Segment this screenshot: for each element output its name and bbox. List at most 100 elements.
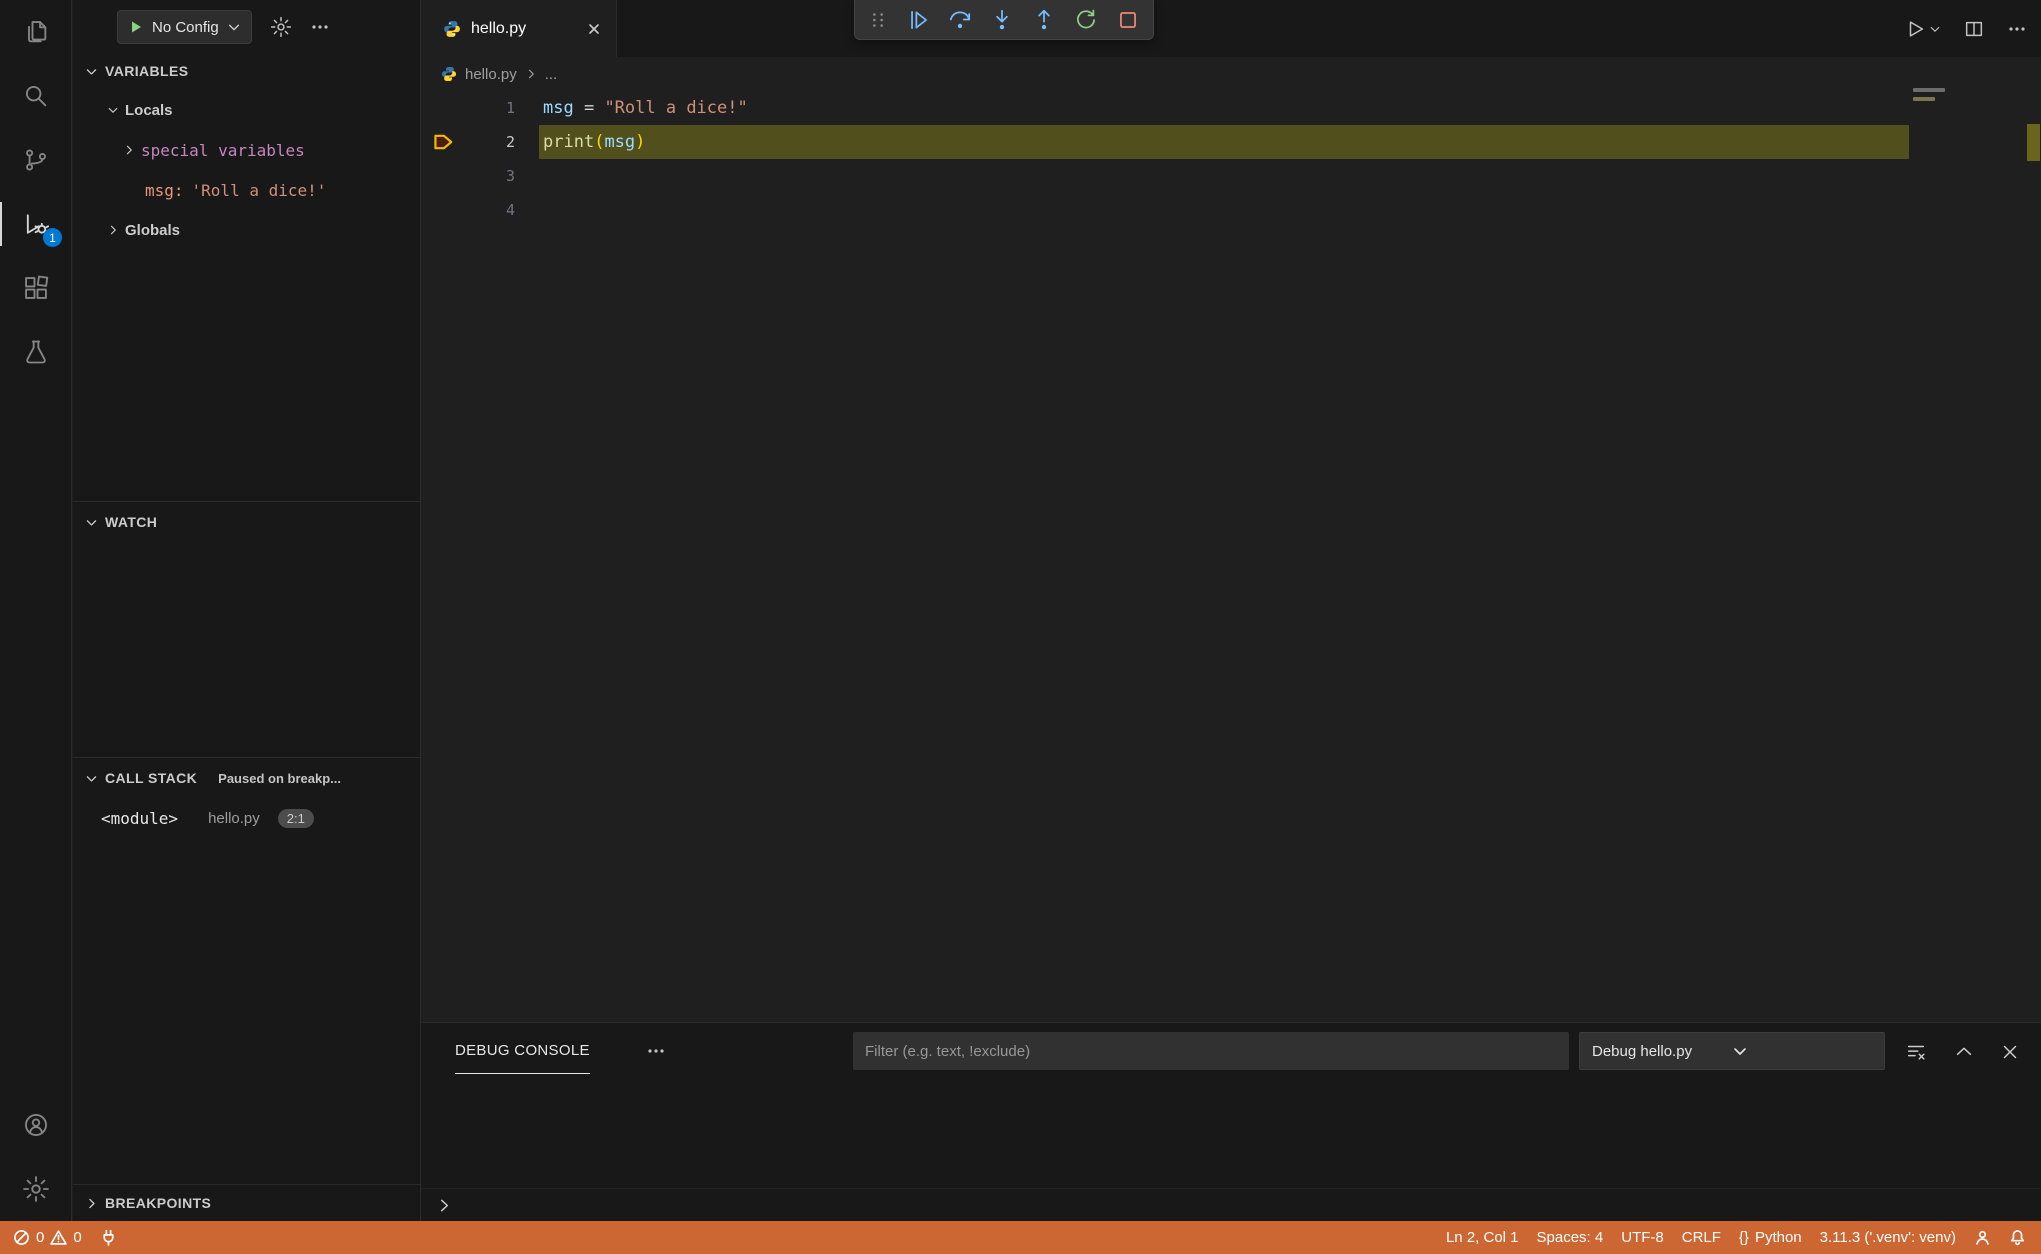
variables-section: VARIABLES Locals special variables msg: … [73, 52, 420, 250]
tab-debug-console[interactable]: DEBUG CONSOLE [455, 1023, 590, 1079]
chevron-right-icon [123, 144, 135, 156]
clear-console-icon[interactable] [1905, 1041, 1927, 1063]
chevron-right-icon [85, 1197, 98, 1210]
sidebar-item-explorer[interactable] [0, 0, 71, 64]
editor-more-actions-icon[interactable] [2007, 19, 2027, 39]
debug-console-output[interactable] [421, 1079, 2041, 1188]
sidebar-item-testing[interactable] [0, 320, 71, 384]
toolbar-drag-grip[interactable] [867, 9, 889, 31]
chevron-right-icon [437, 1198, 452, 1213]
debug-count-badge: 1 [43, 228, 62, 247]
call-stack-frame[interactable]: <module> hello.py 2:1 [73, 798, 420, 838]
status-bar: 0 0 Ln 2, Col 1 Spaces: 4 UTF-8 CRLF {} … [0, 1221, 2041, 1254]
problems-status[interactable]: 0 0 [4, 1221, 91, 1254]
watch-section: WATCH [73, 501, 420, 542]
debug-sidebar-toolbar: No Config [73, 0, 420, 54]
breadcrumb-symbol[interactable]: ... [545, 66, 558, 83]
line-number: 3 [505, 167, 515, 185]
close-panel-icon[interactable] [1999, 1041, 2021, 1063]
remote-person-icon[interactable] [1965, 1221, 2000, 1254]
paused-status-text: Paused on breakp... [218, 770, 341, 786]
debug-step-over-icon[interactable] [947, 7, 973, 33]
run-python-file-button[interactable] [1905, 18, 1941, 40]
breadcrumb-file[interactable]: hello.py [465, 66, 517, 83]
error-icon [13, 1229, 30, 1246]
sidebar-item-extensions[interactable] [0, 256, 71, 320]
extensions-icon [22, 274, 50, 302]
sidebar-item-source-control[interactable] [0, 128, 71, 192]
account-icon [22, 1111, 50, 1139]
chevron-down-icon [227, 20, 241, 34]
debug-attach-icon[interactable] [91, 1221, 126, 1254]
code-line-1: 1 msg = "Roll a dice!" [421, 91, 2041, 125]
start-debug-icon[interactable] [128, 19, 144, 35]
variable-msg[interactable]: msg: 'Roll a dice!' [73, 170, 420, 210]
bottom-panel: DEBUG CONSOLE Debug hello.py [421, 1022, 2041, 1221]
chevron-down-icon [1732, 1043, 1872, 1059]
debug-restart-icon[interactable] [1073, 7, 1099, 33]
manage-button[interactable] [0, 1157, 71, 1221]
files-icon [22, 18, 50, 46]
code-line-2: 2 print(msg) [421, 125, 2041, 159]
tab-hello-py[interactable]: hello.py [421, 0, 617, 57]
panel-header: DEBUG CONSOLE Debug hello.py [421, 1023, 2041, 1079]
braces-icon: {} [1738, 1229, 1749, 1246]
special-variables-group[interactable]: special variables [73, 130, 420, 170]
debug-settings-gear-icon[interactable] [270, 16, 292, 38]
editor-group: hello.py hello.py ... 1 msg = "Roll a di… [421, 0, 2041, 1022]
breakpoints-section-header[interactable]: BREAKPOINTS [73, 1185, 420, 1221]
tab-close-icon[interactable] [586, 21, 602, 37]
watch-section-header[interactable]: WATCH [73, 502, 420, 542]
encoding-status[interactable]: UTF-8 [1612, 1221, 1673, 1254]
breakpoints-section: BREAKPOINTS [73, 1184, 420, 1221]
scope-locals[interactable]: Locals [73, 90, 420, 130]
breadcrumb[interactable]: hello.py ... [421, 57, 2041, 91]
variables-section-header[interactable]: VARIABLES [73, 52, 420, 90]
chevron-down-icon [107, 104, 119, 116]
console-repl-input[interactable] [421, 1188, 2041, 1221]
call-stack-section-header[interactable]: CALL STACK Paused on breakp... [73, 758, 420, 798]
debug-session-dropdown[interactable]: Debug hello.py [1579, 1032, 1885, 1070]
chevron-right-icon [525, 68, 537, 80]
debug-toolbar [854, 0, 1154, 40]
chevron-right-icon [107, 224, 119, 236]
chevron-down-icon [85, 772, 98, 785]
editor-actions [1905, 0, 2027, 57]
cursor-position-status[interactable]: Ln 2, Col 1 [1437, 1221, 1528, 1254]
frame-position-badge: 2:1 [277, 808, 314, 828]
python-file-icon [441, 66, 457, 82]
debug-config-dropdown[interactable]: No Config [117, 10, 252, 44]
code-editor[interactable]: 1 msg = "Roll a dice!" 2 print(msg) 3 4 [421, 91, 2041, 1022]
accounts-button[interactable] [0, 1093, 71, 1157]
python-file-icon [443, 20, 461, 38]
console-filter-input[interactable] [853, 1032, 1569, 1070]
panel-more-actions-icon[interactable] [646, 1041, 666, 1061]
line-number: 4 [505, 201, 515, 219]
language-mode-status[interactable]: {} Python [1730, 1221, 1811, 1254]
notifications-bell-icon[interactable] [2000, 1221, 2035, 1254]
scope-globals[interactable]: Globals [73, 210, 420, 250]
debug-step-out-icon[interactable] [1031, 7, 1057, 33]
code-line-4: 4 [421, 193, 2041, 227]
chevron-down-icon [85, 65, 98, 78]
activity-bar: 1 [0, 0, 72, 1221]
debug-continue-icon[interactable] [905, 7, 931, 33]
python-interpreter-status[interactable]: 3.11.3 ('.venv': venv) [1811, 1221, 1965, 1254]
line-number: 1 [505, 99, 515, 117]
code-line-3: 3 [421, 159, 2041, 193]
indentation-status[interactable]: Spaces: 4 [1528, 1221, 1613, 1254]
debug-sidebar: No Config VARIABLES Locals special varia… [73, 0, 421, 1221]
call-stack-section: CALL STACK Paused on breakp... <module> … [73, 757, 420, 838]
eol-status[interactable]: CRLF [1673, 1221, 1730, 1254]
sidebar-item-search[interactable] [0, 64, 71, 128]
editor-tab-bar: hello.py [421, 0, 2041, 57]
debug-current-line-arrow-icon[interactable] [432, 131, 454, 153]
maximize-panel-icon[interactable] [1953, 1041, 1975, 1063]
sidebar-more-actions-icon[interactable] [310, 17, 330, 37]
split-editor-icon[interactable] [1963, 18, 1985, 40]
source-control-icon [22, 146, 50, 174]
debug-config-label: No Config [152, 18, 219, 36]
debug-step-into-icon[interactable] [989, 7, 1015, 33]
sidebar-item-run-debug[interactable]: 1 [0, 192, 71, 256]
debug-stop-icon[interactable] [1115, 7, 1141, 33]
